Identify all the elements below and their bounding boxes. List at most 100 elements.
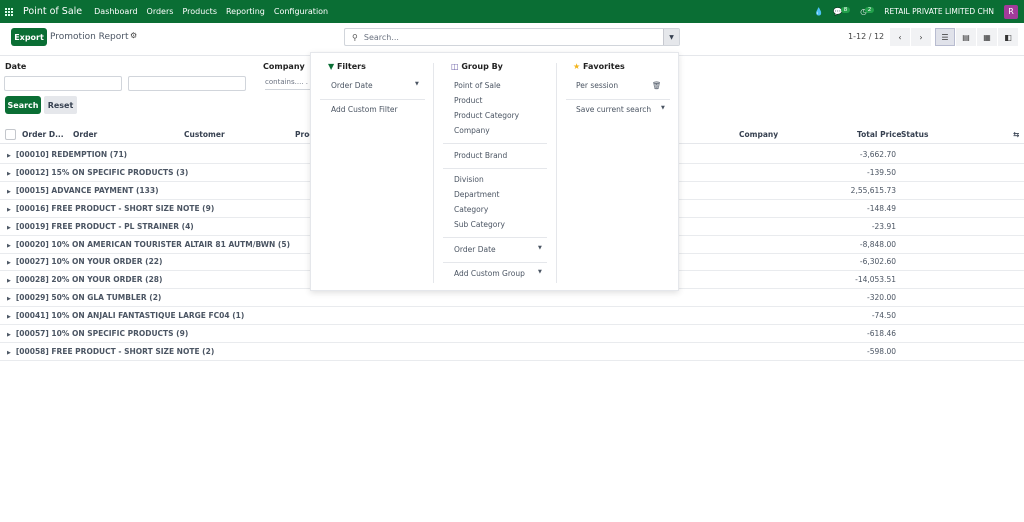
col-total-price[interactable]: Total Price bbox=[857, 130, 901, 139]
group-label: ▶ [00058] FREE PRODUCT - SHORT SIZE NOTE … bbox=[7, 347, 214, 356]
col-company[interactable]: Company bbox=[739, 130, 778, 139]
page-title: Promotion Report bbox=[50, 32, 129, 42]
group-label: ▶ [00012] 15% ON SPECIFIC PRODUCTS (3) bbox=[7, 168, 188, 177]
caret-down-icon[interactable]: ▼ bbox=[415, 81, 419, 87]
menu-configuration[interactable]: Configuration bbox=[274, 7, 328, 16]
groupby-column: ◫ Group By Point of Sale Product Product… bbox=[434, 53, 556, 290]
groupby-product[interactable]: Product bbox=[454, 96, 482, 105]
drop-icon[interactable]: 💧 bbox=[814, 7, 823, 16]
group-name: [00015] ADVANCE PAYMENT (133) bbox=[15, 185, 159, 195]
search-input[interactable]: Search... bbox=[364, 33, 399, 42]
filters-title: Filters bbox=[336, 62, 366, 71]
group-label: ▶ [00028] 20% ON YOUR ORDER (28) bbox=[7, 275, 162, 284]
group-name: [00016] FREE PRODUCT - SHORT SIZE NOTE (… bbox=[15, 203, 215, 213]
group-row[interactable]: ▶ [00029] 50% ON GLA TUMBLER (2) -320.00 bbox=[0, 289, 1024, 308]
filter-order-date[interactable]: Order Date bbox=[331, 81, 373, 90]
reset-button[interactable]: Reset bbox=[44, 96, 77, 114]
app-name[interactable]: Point of Sale bbox=[23, 6, 82, 17]
pager-next-button[interactable]: › bbox=[911, 28, 931, 46]
menu-products[interactable]: Products bbox=[182, 7, 217, 16]
total-price-value: -6,302.60 bbox=[859, 257, 896, 267]
list-view-icon[interactable]: ☰ bbox=[935, 28, 955, 46]
group-name: [00029] 50% ON GLA TUMBLER (2) bbox=[15, 293, 162, 303]
groupby-order-date[interactable]: Order Date bbox=[454, 245, 496, 254]
group-name: [00019] FREE PRODUCT - PL STRAINER (4) bbox=[15, 221, 194, 231]
date-from-input[interactable] bbox=[4, 76, 122, 91]
group-row[interactable]: ▶ [00058] FREE PRODUCT - SHORT SIZE NOTE … bbox=[0, 343, 1024, 361]
caret-right-icon: ▶ bbox=[7, 296, 11, 303]
group-row[interactable]: ▶ [00041] 10% ON ANJALI FANTASTIQUE LARGE… bbox=[0, 307, 1024, 326]
kanban-view-icon[interactable]: ◧ bbox=[998, 28, 1018, 46]
caret-down-icon[interactable]: ▼ bbox=[661, 105, 665, 111]
col-customer[interactable]: Customer bbox=[184, 130, 225, 139]
search-bar[interactable]: ⚲ Search... ▼ bbox=[344, 28, 680, 46]
total-price-value: -598.00 bbox=[867, 346, 896, 356]
total-price-value: 2,55,615.73 bbox=[850, 185, 896, 195]
trash-icon[interactable]: 🗑 bbox=[652, 81, 662, 90]
pivot-view-icon[interactable]: ▦ bbox=[977, 28, 997, 46]
company-input[interactable]: contains.... . bbox=[265, 78, 311, 90]
layers-icon: ◫ bbox=[451, 62, 459, 71]
pager-value: 1-12 / 12 bbox=[848, 32, 885, 41]
col-order-date[interactable]: Order D... bbox=[22, 130, 64, 139]
group-label: ▶ [00041] 10% ON ANJALI FANTASTIQUE LARGE… bbox=[7, 311, 244, 320]
optional-columns-icon[interactable]: ⇆ bbox=[1013, 130, 1019, 139]
caret-right-icon: ▶ bbox=[7, 170, 11, 177]
caret-right-icon: ▶ bbox=[7, 314, 11, 321]
select-all-checkbox[interactable] bbox=[5, 129, 16, 140]
total-price-value: -148.49 bbox=[867, 203, 896, 213]
add-custom-filter[interactable]: Add Custom Filter bbox=[331, 105, 398, 114]
caret-down-icon[interactable]: ▼ bbox=[538, 245, 542, 251]
filter-icon: ▼ bbox=[328, 62, 335, 71]
group-row[interactable]: ▶ [00057] 10% ON SPECIFIC PRODUCTS (9) -61… bbox=[0, 325, 1024, 343]
save-current-search[interactable]: Save current search bbox=[576, 105, 651, 114]
caret-right-icon: ▶ bbox=[7, 188, 11, 195]
group-name: [00058] FREE PRODUCT - SHORT SIZE NOTE (… bbox=[15, 346, 215, 356]
group-name: [00028] 20% ON YOUR ORDER (28) bbox=[15, 275, 163, 285]
group-name: [00041] 10% ON ANJALI FANTASTIQUE LARGE … bbox=[15, 311, 245, 321]
total-price-value: -320.00 bbox=[867, 293, 896, 303]
add-custom-group[interactable]: Add Custom Group bbox=[454, 269, 525, 278]
menu-reporting[interactable]: Reporting bbox=[226, 7, 265, 16]
group-label: ▶ [00019] FREE PRODUCT - PL STRAINER (4) bbox=[7, 222, 194, 231]
export-button[interactable]: Export bbox=[11, 28, 47, 46]
total-price-value: -74.50 bbox=[871, 311, 896, 321]
groupby-category[interactable]: Category bbox=[454, 205, 488, 214]
col-order[interactable]: Order bbox=[73, 130, 97, 139]
groupby-company[interactable]: Company bbox=[454, 126, 490, 135]
groupby-title: Group By bbox=[461, 62, 503, 71]
caret-down-icon[interactable]: ▼ bbox=[538, 269, 542, 275]
groupby-sub-category[interactable]: Sub Category bbox=[454, 220, 505, 229]
caret-right-icon: ▶ bbox=[7, 278, 11, 285]
activities-icon[interactable]: ◷2 bbox=[860, 7, 875, 16]
group-label: ▶ [00016] FREE PRODUCT - SHORT SIZE NOTE … bbox=[7, 204, 214, 213]
pager-prev-button[interactable]: ‹ bbox=[890, 28, 910, 46]
graph-view-icon[interactable]: ▤ bbox=[956, 28, 976, 46]
groupby-product-category[interactable]: Product Category bbox=[454, 111, 519, 120]
search-button[interactable]: Search bbox=[5, 96, 41, 114]
gear-icon[interactable]: ⚙ bbox=[130, 31, 137, 40]
favorite-per-session[interactable]: Per session bbox=[576, 81, 618, 90]
top-navbar: Point of Sale Dashboard Orders Products … bbox=[0, 0, 1024, 23]
menu-orders[interactable]: Orders bbox=[147, 7, 174, 16]
messages-icon[interactable]: 💬8 bbox=[833, 7, 851, 16]
company-switcher[interactable]: RETAIL PRIVATE LIMITED CHN bbox=[884, 7, 994, 16]
caret-right-icon: ▶ bbox=[7, 224, 11, 231]
apps-menu-icon[interactable] bbox=[5, 7, 13, 16]
groupby-product-brand[interactable]: Product Brand bbox=[454, 151, 507, 160]
groupby-department[interactable]: Department bbox=[454, 190, 499, 199]
date-to-input[interactable] bbox=[128, 76, 246, 91]
search-panel-dropdown: ▼ Filters Order Date ▼ Add Custom Filter… bbox=[310, 52, 679, 291]
toggle-search-panel-button[interactable]: ▼ bbox=[663, 29, 679, 45]
menu-dashboard[interactable]: Dashboard bbox=[94, 7, 137, 16]
groupby-point-of-sale[interactable]: Point of Sale bbox=[454, 81, 501, 90]
total-price-value: -23.91 bbox=[871, 221, 896, 231]
col-status[interactable]: Status bbox=[901, 130, 928, 139]
date-label: Date bbox=[5, 62, 27, 71]
avatar[interactable]: R bbox=[1004, 4, 1018, 19]
caret-right-icon: ▶ bbox=[7, 260, 11, 267]
activities-badge: 2 bbox=[864, 7, 875, 13]
group-label: ▶ [00020] 10% ON AMERICAN TOURISTER ALTAI… bbox=[7, 240, 290, 249]
groupby-division[interactable]: Division bbox=[454, 175, 484, 184]
group-label: ▶ [00057] 10% ON SPECIFIC PRODUCTS (9) bbox=[7, 329, 188, 338]
